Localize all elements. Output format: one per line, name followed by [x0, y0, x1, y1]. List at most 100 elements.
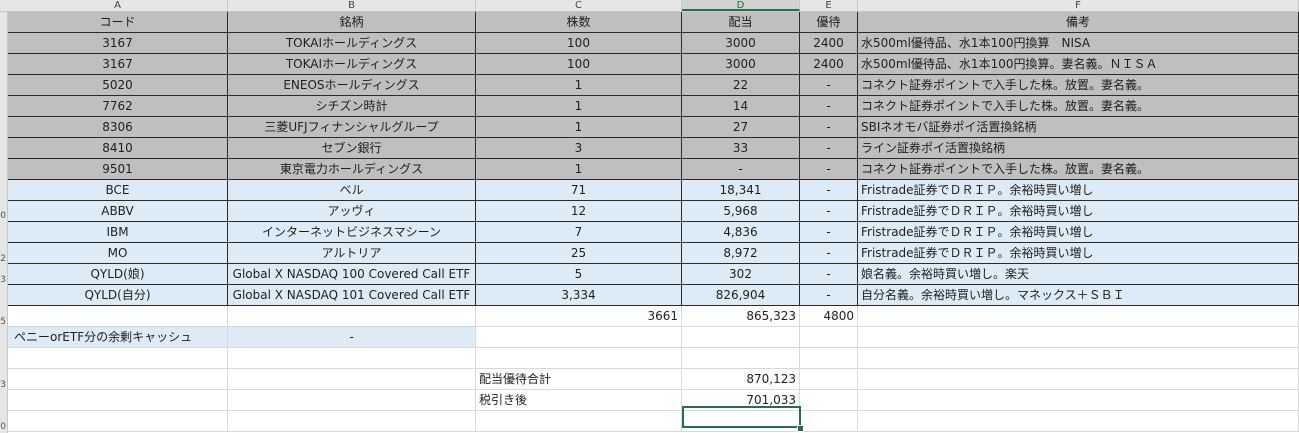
cell-yutai[interactable]: -	[800, 222, 858, 243]
total-shares-cell[interactable]: 3661	[476, 306, 682, 327]
empty-cell[interactable]	[476, 411, 682, 432]
cell-shares[interactable]: 1	[476, 96, 682, 117]
header-cell-name[interactable]: 銘柄	[228, 12, 476, 33]
cell-name[interactable]: 三菱UFJフィナンシャルグループ	[228, 117, 476, 138]
cell-note[interactable]: ライン証券ポイ活置換銘柄	[858, 138, 1299, 159]
empty-cell[interactable]	[858, 348, 1299, 369]
cell-dividend[interactable]: 14	[682, 96, 800, 117]
cell-code[interactable]: 3167	[8, 33, 228, 54]
summary-label-cell[interactable]: 配当優待合計	[476, 369, 682, 390]
cell-name[interactable]: セブン銀行	[228, 138, 476, 159]
column-header-b[interactable]: B	[228, 0, 476, 11]
cell-yutai[interactable]: -	[800, 264, 858, 285]
cell-shares[interactable]: 12	[476, 201, 682, 222]
total-dividend-cell[interactable]: 865,323	[682, 306, 800, 327]
cell-yutai[interactable]: -	[800, 75, 858, 96]
cell-yutai[interactable]: -	[800, 243, 858, 264]
column-header-e[interactable]: E	[800, 0, 858, 11]
cash-label-cell[interactable]: ペニーorETF分の余剰キャッシュ	[8, 327, 228, 348]
cell-dividend[interactable]: 22	[682, 75, 800, 96]
header-cell-shares[interactable]: 株数	[476, 12, 682, 33]
cell-code[interactable]: MO	[8, 243, 228, 264]
cell-note[interactable]: Fristrade証券でＤＲＩＰ。余裕時買い増し	[858, 201, 1299, 222]
empty-cell[interactable]	[858, 390, 1299, 411]
row-number[interactable]: 5	[0, 317, 6, 327]
cell-yutai[interactable]: -	[800, 117, 858, 138]
cell-dividend[interactable]: 3000	[682, 54, 800, 75]
cell-name[interactable]: ENEOSホールディングス	[228, 75, 476, 96]
cell-yutai[interactable]: -	[800, 159, 858, 180]
cell-code[interactable]: 8410	[8, 138, 228, 159]
column-header-a[interactable]: A	[8, 0, 228, 11]
cell-dividend[interactable]: 33	[682, 138, 800, 159]
summary-label-cell[interactable]: 税引き後	[476, 390, 682, 411]
row-number[interactable]: 0	[0, 211, 6, 221]
cell-code[interactable]: 7762	[8, 96, 228, 117]
cell-yutai[interactable]: -	[800, 138, 858, 159]
cell-code[interactable]: 5020	[8, 75, 228, 96]
cell-name[interactable]: 東京電力ホールディングス	[228, 159, 476, 180]
cell-yutai[interactable]: -	[800, 285, 858, 306]
cell-note[interactable]: コネクト証券ポイントで入手した株。放置。妻名義。	[858, 159, 1299, 180]
empty-cell[interactable]	[858, 306, 1299, 327]
cell-code[interactable]: 9501	[8, 159, 228, 180]
empty-cell[interactable]	[800, 327, 858, 348]
cell-code[interactable]: 8306	[8, 117, 228, 138]
cell-shares[interactable]: 1	[476, 117, 682, 138]
header-cell-dividend[interactable]: 配当	[682, 12, 800, 33]
cell-name[interactable]: インターネットビジネスマシーン	[228, 222, 476, 243]
cell-shares[interactable]: 3,334	[476, 285, 682, 306]
cell-dividend[interactable]: 27	[682, 117, 800, 138]
row-number[interactable]: 3	[0, 275, 6, 285]
cell-shares[interactable]: 25	[476, 243, 682, 264]
empty-cell[interactable]	[682, 327, 800, 348]
total-yutai-cell[interactable]: 4800	[800, 306, 858, 327]
cell-shares[interactable]: 100	[476, 54, 682, 75]
empty-cell[interactable]	[8, 390, 228, 411]
cell-yutai[interactable]: 2400	[800, 54, 858, 75]
cell-yutai[interactable]: -	[800, 201, 858, 222]
column-header-c[interactable]: C	[476, 0, 682, 11]
cell-yutai[interactable]: -	[800, 180, 858, 201]
cell-shares[interactable]: 1	[476, 75, 682, 96]
cell-code[interactable]: IBM	[8, 222, 228, 243]
empty-cell[interactable]	[476, 327, 682, 348]
cash-value-cell[interactable]: -	[228, 327, 476, 348]
cell-name[interactable]: TOKAIホールディングス	[228, 54, 476, 75]
empty-cell[interactable]	[228, 390, 476, 411]
header-cell-yutai[interactable]: 優待	[800, 12, 858, 33]
cell-note[interactable]: 娘名義。余裕時買い増し。楽天	[858, 264, 1299, 285]
cell-code[interactable]: ABBV	[8, 201, 228, 222]
cell-note[interactable]: 自分名義。余裕時買い増し。マネックス＋ＳＢＩ	[858, 285, 1299, 306]
empty-cell[interactable]	[228, 411, 476, 432]
cell-dividend[interactable]: 826,904	[682, 285, 800, 306]
row-number[interactable]: 0	[0, 422, 6, 432]
cell-shares[interactable]: 7	[476, 222, 682, 243]
cell-dividend[interactable]: 4,836	[682, 222, 800, 243]
header-cell-note[interactable]: 備考	[858, 12, 1299, 33]
cell-shares[interactable]: 1	[476, 159, 682, 180]
cell-note[interactable]: SBIネオモバ証券ポイ活置換銘柄	[858, 117, 1299, 138]
empty-cell[interactable]	[858, 411, 1299, 432]
empty-cell[interactable]	[800, 348, 858, 369]
header-cell-code[interactable]: コード	[8, 12, 228, 33]
cell-name[interactable]: ベル	[228, 180, 476, 201]
empty-cell[interactable]	[8, 411, 228, 432]
empty-cell[interactable]	[682, 348, 800, 369]
empty-cell[interactable]	[228, 369, 476, 390]
empty-cell[interactable]	[858, 369, 1299, 390]
empty-cell[interactable]	[8, 369, 228, 390]
column-header-d[interactable]: D	[682, 0, 800, 11]
cell-name[interactable]: アッヴィ	[228, 201, 476, 222]
cell-name[interactable]: TOKAIホールディングス	[228, 33, 476, 54]
cell-dividend[interactable]: 3000	[682, 33, 800, 54]
row-number[interactable]: 2	[0, 254, 6, 264]
empty-cell[interactable]	[800, 411, 858, 432]
cell-shares[interactable]: 100	[476, 33, 682, 54]
cell-note[interactable]: Fristrade証券でＤＲＩＰ。余裕時買い増し	[858, 222, 1299, 243]
cell-yutai[interactable]: 2400	[800, 33, 858, 54]
empty-cell[interactable]	[800, 369, 858, 390]
row-number[interactable]: 3	[0, 380, 6, 390]
cell-dividend[interactable]: 302	[682, 264, 800, 285]
cell-shares[interactable]: 71	[476, 180, 682, 201]
